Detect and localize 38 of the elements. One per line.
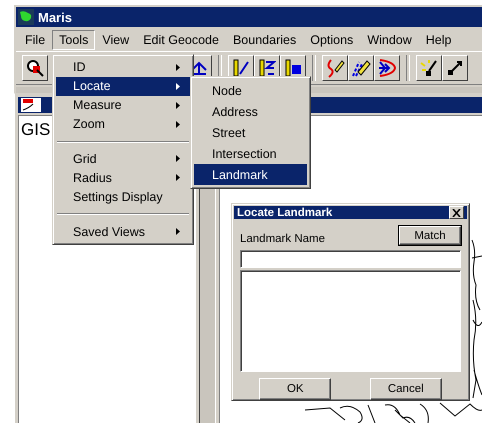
menu-item[interactable]: Saved Views (56, 222, 190, 241)
dialog-button[interactable]: Cancel (370, 378, 442, 400)
menu-item[interactable]: Grid (56, 150, 190, 168)
menu-item[interactable]: Settings Display (56, 187, 190, 206)
menu-item[interactable]: Zoom (56, 114, 190, 134)
menu-item[interactable]: File (18, 30, 52, 50)
menu-item[interactable]: Tools (52, 30, 96, 50)
menu-item[interactable]: Node (194, 80, 307, 101)
menu-item[interactable]: Landmark (194, 164, 307, 185)
menu-item[interactable]: ID (56, 58, 190, 77)
menu-item[interactable]: Intersection (194, 143, 307, 164)
document-icon (21, 98, 41, 112)
menu-item[interactable]: Locate (56, 76, 190, 96)
menu-item[interactable]: Measure (56, 96, 190, 115)
dialog-title: Locate Landmark (237, 206, 332, 218)
dialog-button[interactable]: OK (259, 378, 332, 400)
node-tool-icon[interactable] (416, 55, 442, 81)
globe-icon (18, 9, 34, 25)
window-title: Maris (38, 10, 72, 24)
match-button[interactable]: Match (399, 226, 461, 245)
zoom-tool-icon[interactable] (22, 55, 48, 81)
menu-item[interactable]: Radius (56, 168, 190, 188)
menu-item[interactable]: Options (303, 30, 360, 50)
menu-item[interactable]: Edit Geocode (136, 30, 226, 50)
move-node-icon[interactable] (442, 55, 468, 81)
landmark-name-field[interactable] (240, 250, 461, 268)
menu-item[interactable]: Address (194, 101, 307, 122)
arrow-tool-icon[interactable] (374, 55, 400, 81)
field-label: Landmark Name (240, 233, 326, 245)
menu-item[interactable]: View (95, 30, 136, 50)
menu-item[interactable]: Boundaries (226, 30, 304, 50)
menu-item[interactable]: Window (360, 30, 419, 50)
menu-item[interactable]: Street (194, 122, 307, 143)
results-list[interactable] (240, 270, 461, 372)
menu-item[interactable]: Help (418, 30, 458, 50)
document-text: GIS (21, 120, 50, 139)
close-icon[interactable] (449, 206, 464, 219)
pencil-curve-icon[interactable] (322, 55, 348, 81)
